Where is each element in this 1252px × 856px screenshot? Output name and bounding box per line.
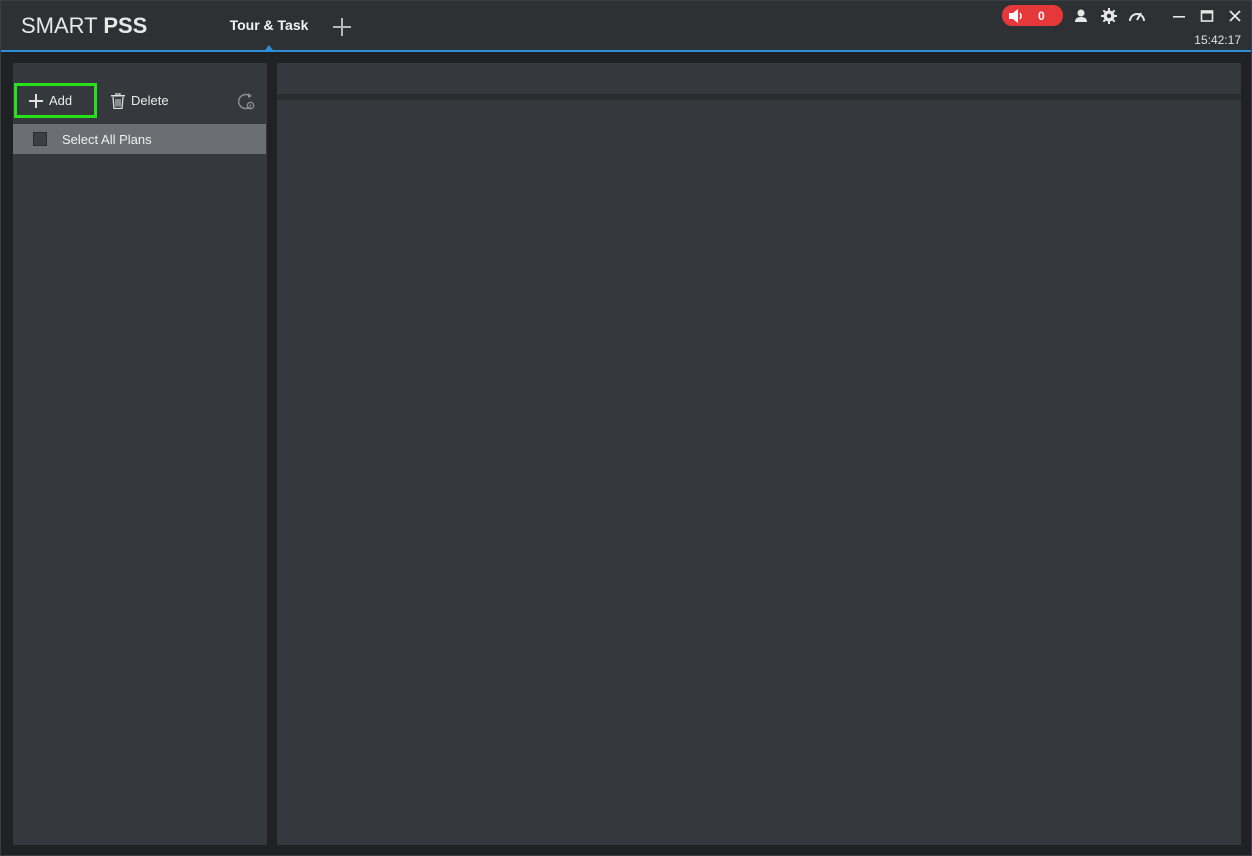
user-icon [1075, 9, 1087, 22]
tab-label: Tour & Task [229, 17, 309, 33]
refresh-settings-icon [237, 93, 255, 110]
detail-divider [277, 94, 1241, 100]
active-tab-indicator [265, 45, 273, 50]
add-label: Add [49, 93, 73, 108]
user-button[interactable] [1072, 7, 1090, 25]
speedometer-icon [1129, 12, 1145, 22]
plan-list-panel: Add Delete Select All Plans [13, 63, 267, 845]
add-plan-button[interactable]: Add [14, 83, 97, 118]
title-bar: SMART PSS Tour & Task 0 15:42:17 [1, 1, 1251, 52]
trash-icon [111, 92, 125, 109]
app-window: SMART PSS Tour & Task 0 15:42:17 Add Del… [0, 0, 1252, 856]
select-all-checkbox[interactable] [33, 132, 47, 146]
detail-header [277, 63, 1241, 94]
maximize-icon [1200, 10, 1214, 22]
delete-label: Delete [131, 93, 169, 108]
select-all-row[interactable]: Select All Plans [13, 124, 266, 154]
performance-button[interactable] [1128, 7, 1146, 25]
settings-button[interactable] [1100, 7, 1118, 25]
logo-light-text: SMART [21, 13, 104, 38]
plus-icon [29, 93, 43, 108]
logo-bold-text: PSS [103, 13, 148, 38]
maximize-button[interactable] [1198, 7, 1216, 25]
clock: 15:42:17 [1194, 33, 1241, 47]
minimize-button[interactable] [1170, 7, 1188, 25]
add-tab-button[interactable] [331, 16, 353, 38]
app-logo: SMART PSS [21, 13, 147, 39]
delete-plan-button[interactable]: Delete [111, 83, 169, 118]
refresh-button[interactable] [235, 91, 257, 113]
close-button[interactable] [1226, 7, 1244, 25]
plan-toolbar: Add Delete [13, 83, 267, 119]
minimize-icon [1173, 16, 1185, 18]
tab-tour-and-task[interactable]: Tour & Task [215, 1, 323, 50]
plan-detail-panel [277, 63, 1241, 845]
select-all-label: Select All Plans [62, 131, 152, 147]
alarm-badge-button[interactable]: 0 [1002, 5, 1063, 26]
alarm-count: 0 [1038, 8, 1045, 23]
close-icon [1229, 10, 1241, 22]
speaker-icon [1009, 8, 1022, 23]
gear-icon [1101, 8, 1117, 24]
